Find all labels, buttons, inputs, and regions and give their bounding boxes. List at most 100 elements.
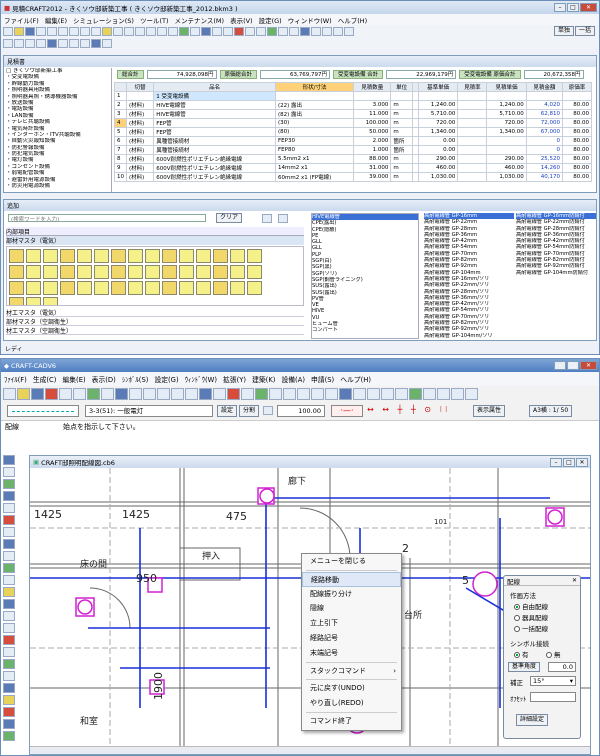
- part-icon[interactable]: [179, 265, 194, 279]
- cad-close-button[interactable]: ✕: [580, 361, 597, 370]
- save-icon[interactable]: [25, 26, 35, 36]
- table-cell[interactable]: (材料): [125, 163, 155, 173]
- side-tool-icon[interactable]: [3, 539, 15, 549]
- menu-close[interactable]: メニューを閉じる: [302, 554, 401, 569]
- move-up-icon[interactable]: [135, 26, 145, 36]
- cad-tool-icon[interactable]: [255, 388, 268, 400]
- option-icon[interactable]: [333, 26, 343, 36]
- table-cell[interactable]: 460.00: [486, 163, 527, 173]
- part-icon[interactable]: [213, 265, 228, 279]
- menu-end-symbol[interactable]: 末端記号: [302, 646, 401, 661]
- part-icon[interactable]: [179, 281, 194, 295]
- cad-menu-symbol[interactable]: ｼﾝﾎﾞﾙ(S): [119, 374, 152, 384]
- cad-tool-icon[interactable]: [269, 388, 282, 400]
- table-cell[interactable]: 80.00: [562, 145, 592, 155]
- part-icon[interactable]: [196, 265, 211, 279]
- side-tool-icon[interactable]: [3, 503, 15, 513]
- side-tool-icon[interactable]: [3, 587, 15, 597]
- cad-tool-icon[interactable]: [395, 388, 408, 400]
- table-cell[interactable]: 5.5mm2 x1: [274, 154, 355, 164]
- table-cell[interactable]: (80): [274, 127, 355, 137]
- table-cell[interactable]: 67,000: [525, 127, 564, 137]
- print-icon[interactable]: [36, 26, 46, 36]
- cad-menu-view[interactable]: 表示(D): [89, 374, 119, 384]
- minimize-button[interactable]: –: [554, 3, 566, 12]
- cad-tool-icon[interactable]: [171, 388, 184, 400]
- table-cell[interactable]: 1: [114, 91, 127, 101]
- table-cell[interactable]: 5: [114, 127, 127, 137]
- table-cell[interactable]: 80.00: [562, 100, 592, 110]
- paste-icon[interactable]: [102, 26, 112, 36]
- part-icon[interactable]: [145, 249, 160, 263]
- part-icon[interactable]: [9, 297, 24, 305]
- side-tool-icon[interactable]: [3, 599, 15, 609]
- detail-settings-button[interactable]: 詳細設定: [516, 714, 549, 726]
- chart-icon[interactable]: [278, 26, 288, 36]
- side-tool-icon[interactable]: [3, 527, 15, 537]
- table-cell[interactable]: 1.000: [353, 145, 392, 155]
- mode5-icon[interactable]: [47, 38, 57, 48]
- side-tool-icon[interactable]: [3, 635, 15, 645]
- sort-icon[interactable]: [157, 26, 167, 36]
- part-icon[interactable]: [77, 249, 92, 263]
- part-icon[interactable]: [60, 265, 75, 279]
- part-icon[interactable]: [77, 265, 92, 279]
- part-icon[interactable]: [179, 249, 194, 263]
- list-item[interactable]: 高耐電線管 GP-104mm/ソリ: [424, 333, 514, 339]
- table-row[interactable]: 3 (材料) HIVE電線管 (82) 露出 11.000 m 5,710.00 5,710.…: [114, 109, 592, 119]
- part-icon[interactable]: [196, 249, 211, 263]
- side-tool-icon[interactable]: [3, 563, 15, 573]
- table-cell[interactable]: 7: [114, 145, 127, 155]
- part-icon[interactable]: [26, 281, 41, 295]
- part-icon[interactable]: [26, 249, 41, 263]
- cad-menu-application[interactable]: 申請(S): [308, 374, 337, 384]
- doc-minimize-button[interactable]: –: [550, 457, 562, 467]
- table-cell[interactable]: [457, 109, 488, 119]
- table-cell[interactable]: 異種管接続材: [153, 145, 276, 155]
- table-cell[interactable]: (30): [274, 118, 355, 128]
- preview-icon[interactable]: [47, 26, 57, 36]
- table-cell[interactable]: [457, 127, 488, 137]
- table-cell[interactable]: 3: [114, 109, 127, 119]
- part-icon[interactable]: [247, 265, 262, 279]
- table-cell[interactable]: FEP80: [274, 145, 355, 155]
- col-shape[interactable]: 形状/寸法: [274, 82, 355, 92]
- table-cell[interactable]: [457, 118, 488, 128]
- menu-simulation[interactable]: シミュレーション(S): [70, 15, 137, 25]
- table-cell[interactable]: (材料): [125, 109, 155, 119]
- cad-menu-file[interactable]: ﾌｧｲﾙ(F): [1, 374, 30, 384]
- table-cell[interactable]: 1,030.00: [417, 172, 459, 182]
- part-icon[interactable]: [230, 249, 245, 263]
- cad-tool-icon[interactable]: [409, 388, 422, 400]
- insert-row-icon[interactable]: [124, 26, 134, 36]
- wire-symbol-icons[interactable]: ↔ ↔ ┼ ┼ ⊙ ⁝⁝: [367, 405, 469, 417]
- cad-tool-icon[interactable]: [87, 388, 100, 400]
- table-cell[interactable]: m: [390, 163, 413, 173]
- cad-tool-icon[interactable]: [241, 388, 254, 400]
- cad-tool-icon[interactable]: [339, 388, 352, 400]
- table-cell[interactable]: [274, 91, 355, 101]
- menu-riser[interactable]: 立上引下: [302, 616, 401, 631]
- part-icon[interactable]: [145, 265, 160, 279]
- table-cell[interactable]: 60mm2 x1 (FP電線): [274, 172, 355, 182]
- cad-tool-icon[interactable]: [129, 388, 142, 400]
- mode2-icon[interactable]: [14, 38, 24, 48]
- cad-tool-icon[interactable]: [227, 388, 240, 400]
- part-icon[interactable]: [145, 281, 160, 295]
- cad-minimize-button[interactable]: –: [554, 361, 566, 370]
- table-cell[interactable]: (材料): [125, 154, 155, 164]
- part-icon[interactable]: [94, 249, 109, 263]
- part-icon[interactable]: [111, 265, 126, 279]
- side-tool-icon[interactable]: [3, 647, 15, 657]
- wire-type-icon[interactable]: ·—·: [331, 405, 363, 417]
- table-cell[interactable]: [457, 163, 488, 173]
- menu-view[interactable]: 表示(V): [227, 15, 256, 25]
- table-cell[interactable]: [486, 145, 527, 155]
- split-button[interactable]: 分割: [239, 405, 260, 417]
- table-cell[interactable]: HIVE電線管: [153, 100, 276, 110]
- part-icon[interactable]: [26, 265, 41, 279]
- cad-tool-icon[interactable]: [297, 388, 310, 400]
- table-cell[interactable]: 5,710.00: [417, 109, 459, 119]
- side-tool-icon[interactable]: [3, 683, 15, 693]
- table-cell[interactable]: (材料): [125, 100, 155, 110]
